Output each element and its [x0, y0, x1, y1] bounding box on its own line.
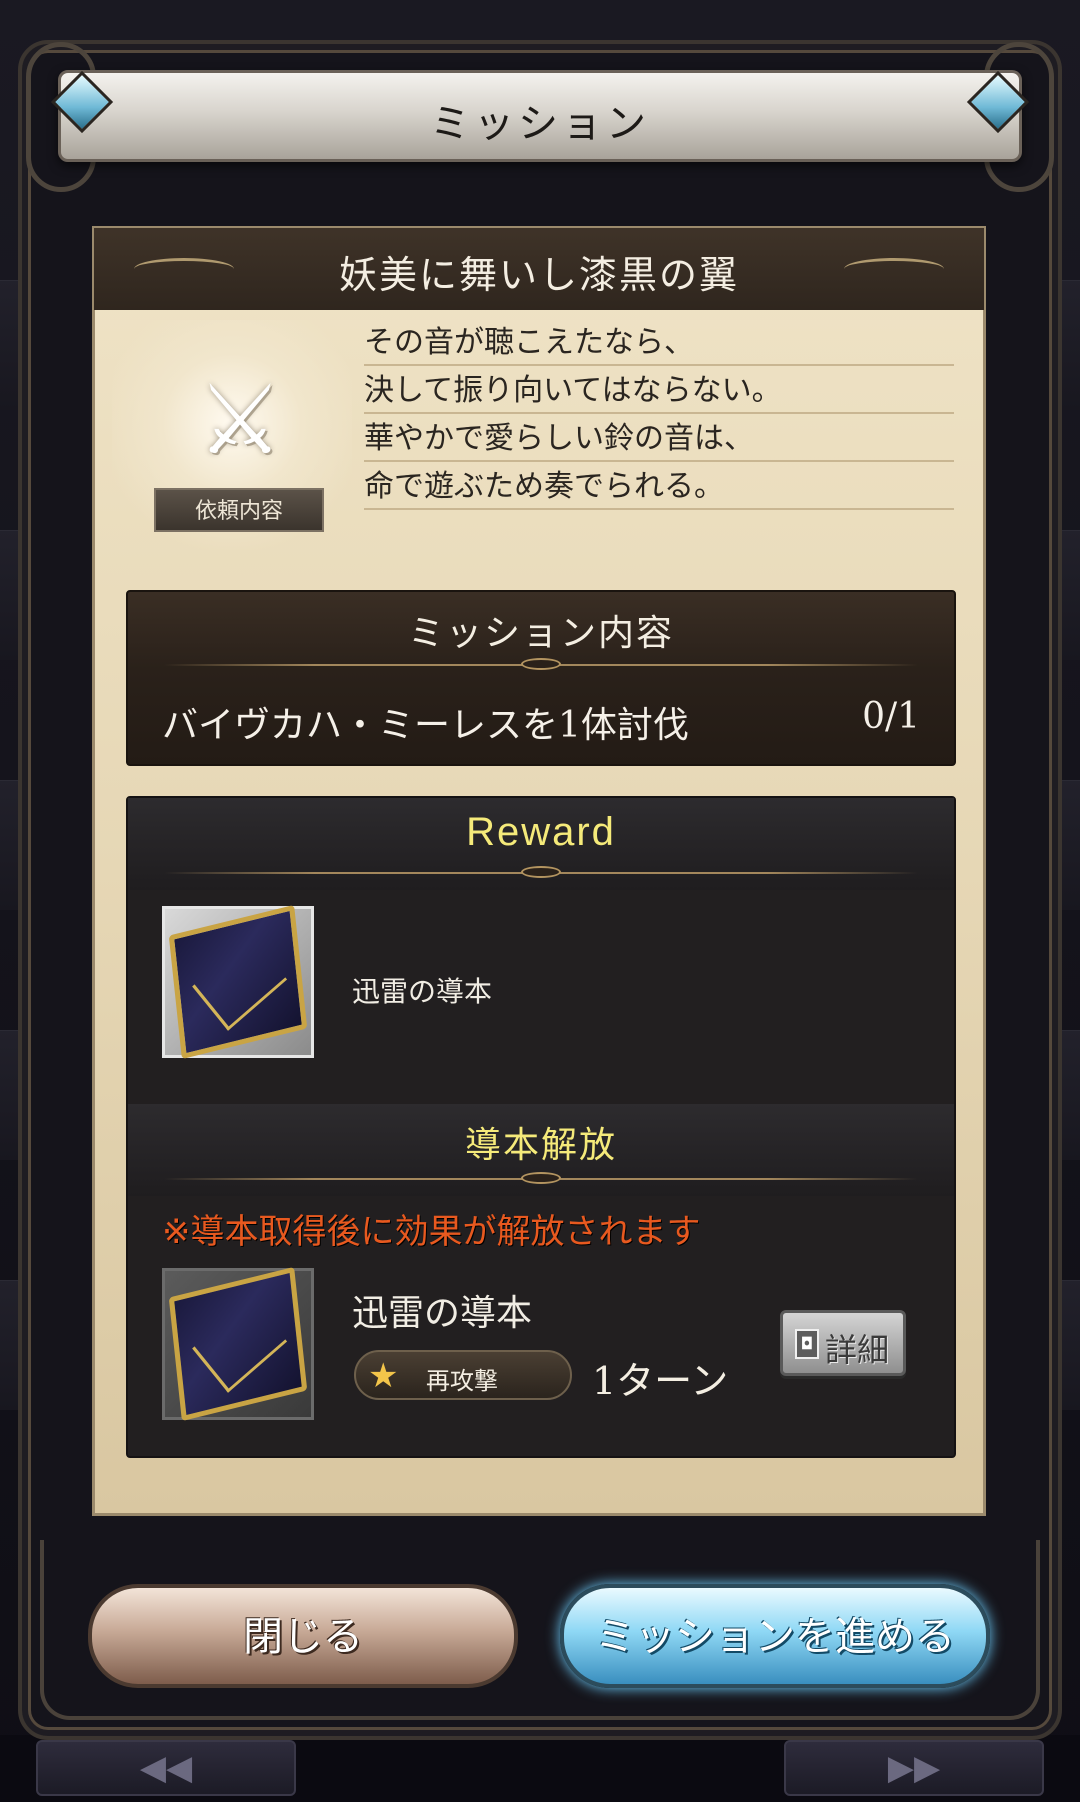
next-page-button[interactable]: ▶▶ [784, 1740, 1044, 1796]
unlock-item-name: 迅雷の導本 [352, 1293, 533, 1334]
flavor-line: 決して振り向いてはならない。 [364, 366, 954, 414]
book-icon [168, 1266, 308, 1422]
reward-box: Reward 迅雷の導本 導本解放 ※導本取得後に効果が解放されます 迅雷の導本… [126, 796, 956, 1458]
divider-ornament-icon [521, 1172, 561, 1184]
mission-section-title: ミッション内容 [407, 613, 674, 654]
proceed-mission-button[interactable]: ミッションを進める [560, 1584, 990, 1688]
prev-page-button[interactable]: ◀◀ [36, 1740, 296, 1796]
request-label: 依頼内容 [154, 488, 324, 532]
title-banner: ミッション [58, 70, 1022, 162]
close-button[interactable]: 閉じる [88, 1584, 518, 1688]
unlock-item-icon[interactable] [162, 1266, 314, 1422]
flavor-line: 命で遊ぶため奏でられる。 [364, 462, 954, 510]
reward-item-name: 迅雷の導本 [352, 975, 493, 1008]
crossed-swords-icon: ⚔ [196, 364, 284, 476]
book-icon [168, 904, 308, 1060]
detail-button[interactable]: ◘ 詳細 [780, 1310, 906, 1376]
flavor-line: その音が聴こえたなら、 [364, 318, 954, 366]
star-icon: ★ [368, 1356, 399, 1396]
flavor-line: 華やかで愛らしい鈴の音は、 [364, 414, 954, 462]
mission-progress: 0/1 [862, 696, 920, 737]
ornament-icon [844, 258, 944, 280]
unlock-notice: ※導本取得後に効果が解放されます [162, 1212, 701, 1252]
skill-duration: 1ターン [592, 1359, 729, 1403]
skill-badge: ★ 再攻撃 [354, 1350, 572, 1400]
quest-header: 妖美に舞いし漆黒の翼 [94, 228, 984, 310]
info-icon: ◘ [795, 1329, 819, 1359]
divider-ornament-icon [521, 866, 561, 878]
mission-content-box: ミッション内容 バイヴカハ・ミーレスを1体討伐 0/1 [126, 590, 956, 766]
skill-label: 再攻撃 [426, 1367, 498, 1395]
reward-item-icon[interactable] [162, 904, 314, 1060]
flavor-text: その音が聴こえたなら、 決して振り向いてはならない。 華やかで愛らしい鈴の音は、… [364, 318, 954, 510]
divider-ornament-icon [521, 658, 561, 670]
unlock-section-title: 導本解放 [464, 1125, 617, 1166]
modal-title: ミッション [430, 101, 650, 147]
mission-objective: バイヴカハ・ミーレスを1体討伐 [162, 705, 689, 746]
reward-section-title: Reward [466, 810, 616, 854]
detail-button-label: 詳細 [825, 1331, 890, 1369]
